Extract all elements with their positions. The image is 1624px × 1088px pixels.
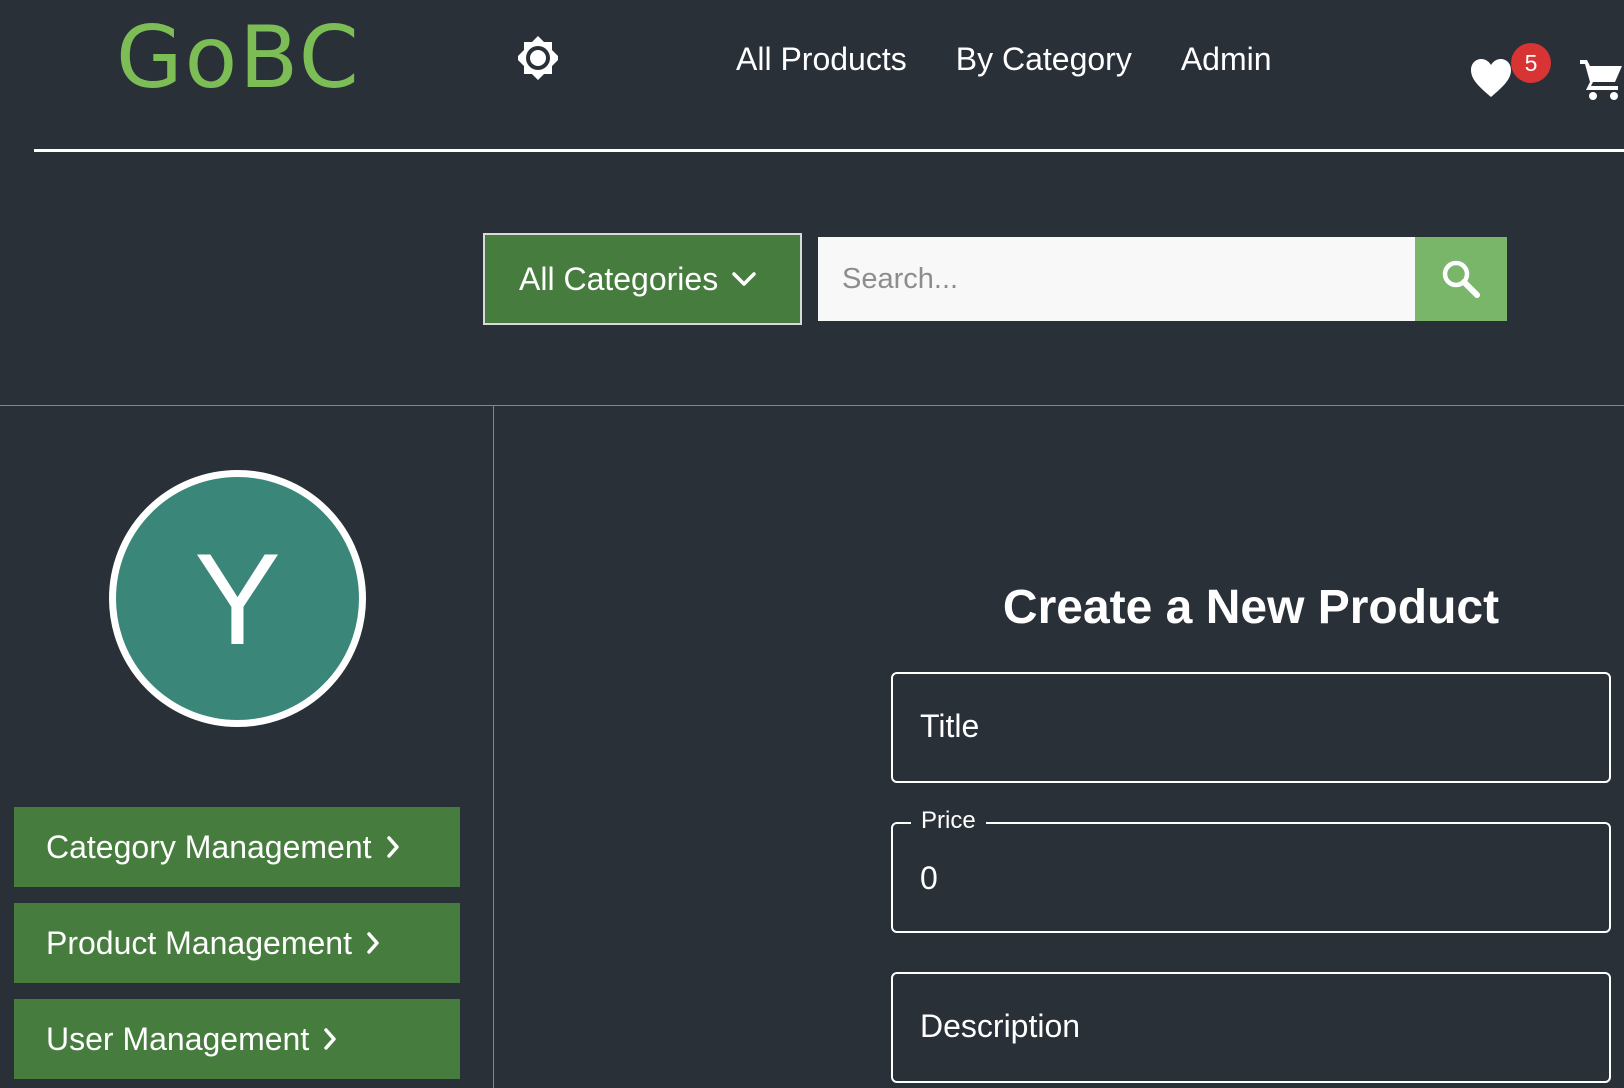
wishlist-button[interactable] <box>1470 58 1512 104</box>
header-divider <box>34 149 1624 152</box>
page-title: Create a New Product <box>1002 581 1500 634</box>
nav-admin[interactable]: Admin <box>1181 38 1272 80</box>
user-management-button[interactable]: User Management <box>14 999 460 1079</box>
chevron-right-icon <box>324 1028 336 1050</box>
category-management-button[interactable]: Category Management <box>14 807 460 887</box>
description-field-placeholder: Description <box>920 1008 1081 1044</box>
chevron-right-icon <box>367 932 379 954</box>
theme-toggle-button[interactable] <box>515 35 561 81</box>
title-field[interactable]: Title <box>891 672 1611 783</box>
nav-by-category[interactable]: By Category <box>956 38 1132 80</box>
description-field[interactable]: Description <box>891 972 1611 1083</box>
search-icon <box>1442 260 1480 298</box>
page: GoBC All Products By Category Admin 5 Al… <box>0 0 1624 1088</box>
title-field-placeholder: Title <box>920 708 980 744</box>
sidebar-item-label: Category Management <box>46 828 372 865</box>
section-divider <box>0 405 1624 406</box>
site-logo[interactable]: GoBC <box>116 10 361 106</box>
category-select[interactable]: All Categories <box>483 233 802 325</box>
search-button[interactable] <box>1415 237 1507 321</box>
sidebar-divider <box>493 406 494 1088</box>
cart-icon <box>1580 60 1622 100</box>
sidebar-item-label: User Management <box>46 1020 310 1057</box>
search-input[interactable] <box>818 237 1415 321</box>
avatar-initial: Y <box>194 525 281 672</box>
nav-all-products[interactable]: All Products <box>736 38 907 80</box>
chevron-right-icon <box>386 836 399 858</box>
chevron-down-icon <box>732 272 756 286</box>
product-management-button[interactable]: Product Management <box>14 903 460 983</box>
cart-button[interactable] <box>1578 56 1624 102</box>
price-field[interactable]: Price 0 <box>891 807 1611 933</box>
price-field-value: 0 <box>920 860 938 896</box>
avatar: Y <box>109 470 366 727</box>
sun-icon <box>518 36 558 80</box>
price-field-label: Price <box>911 807 986 835</box>
sidebar-item-label: Product Management <box>46 924 352 961</box>
main-nav: All Products By Category Admin <box>736 38 1272 80</box>
category-select-label: All Categories <box>519 260 719 297</box>
wishlist-count-badge: 5 <box>1511 43 1551 83</box>
heart-icon <box>1471 59 1511 97</box>
